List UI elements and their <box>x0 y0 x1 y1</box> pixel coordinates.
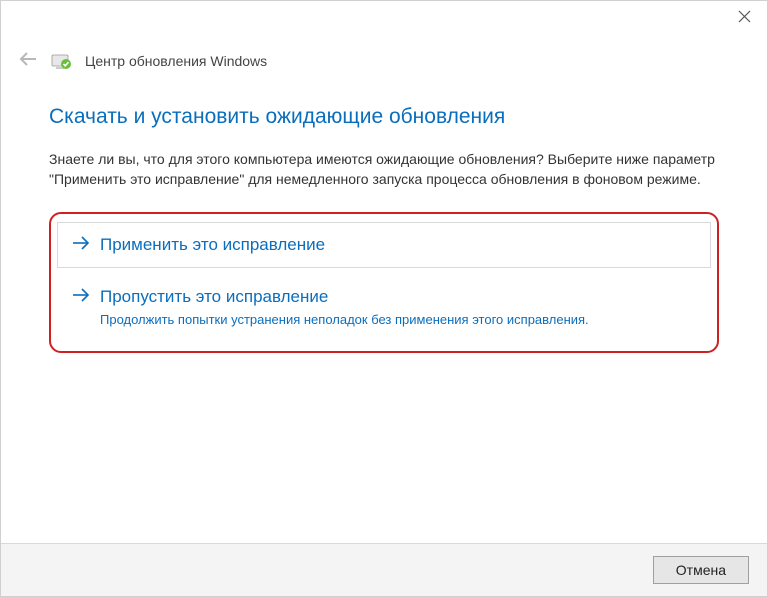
apply-fix-body: Применить это исправление <box>100 234 696 256</box>
header-row: Центр обновления Windows <box>1 43 767 71</box>
footer: Отмена <box>1 543 767 596</box>
page-title: Скачать и установить ожидающие обновлени… <box>49 105 719 129</box>
page-description: Знаете ли вы, что для этого компьютера и… <box>49 149 719 190</box>
skip-fix-body: Пропустить это исправление Продолжить по… <box>100 286 696 327</box>
arrow-right-icon <box>72 235 90 257</box>
back-arrow-icon <box>19 51 37 71</box>
skip-fix-option[interactable]: Пропустить это исправление Продолжить по… <box>57 274 711 339</box>
skip-fix-title: Пропустить это исправление <box>100 286 696 308</box>
highlighted-options: Применить это исправление Пропустить это… <box>49 212 719 354</box>
skip-fix-subtitle: Продолжить попытки устранения неполадок … <box>100 312 696 327</box>
apply-fix-option[interactable]: Применить это исправление <box>57 222 711 269</box>
titlebar <box>1 1 767 37</box>
arrow-right-icon <box>72 287 90 309</box>
troubleshooter-window: Центр обновления Windows Скачать и устан… <box>0 0 768 597</box>
header-title: Центр обновления Windows <box>85 53 267 69</box>
windows-update-icon <box>51 53 71 69</box>
apply-fix-title: Применить это исправление <box>100 234 696 256</box>
content-area: Скачать и установить ожидающие обновлени… <box>1 71 767 543</box>
close-icon[interactable] <box>735 7 753 25</box>
cancel-button[interactable]: Отмена <box>653 556 749 584</box>
